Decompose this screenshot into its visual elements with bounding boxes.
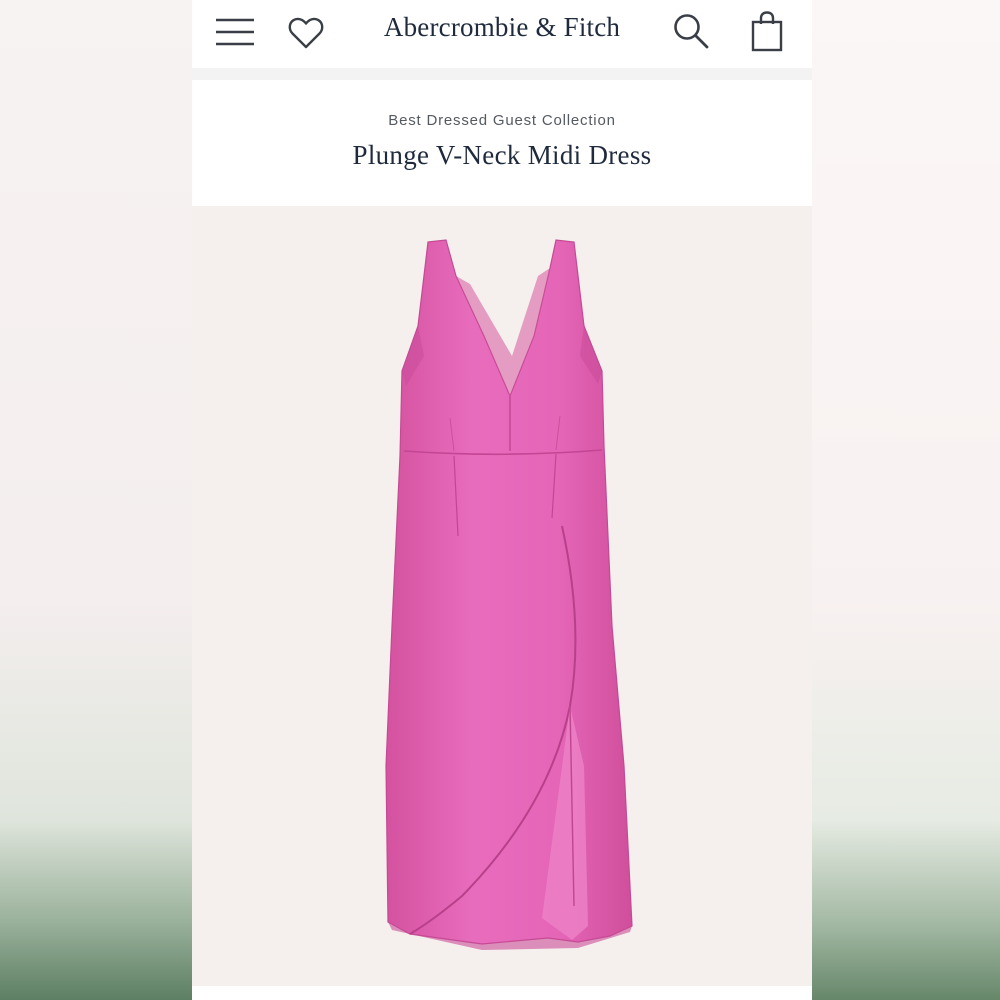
collection-label[interactable]: Best Dressed Guest Collection	[192, 112, 812, 129]
bag-icon[interactable]	[750, 10, 784, 52]
header-divider	[192, 68, 812, 80]
product-title-block: Best Dressed Guest Collection Plunge V-N…	[192, 80, 812, 206]
heart-icon[interactable]	[288, 16, 324, 50]
top-nav: Abercrombie & Fitch	[192, 0, 812, 68]
product-page: Abercrombie & Fitch Best Dressed Guest C…	[192, 0, 812, 1000]
product-title: Plunge V-Neck Midi Dress	[352, 140, 652, 170]
menu-icon[interactable]	[214, 16, 256, 48]
background-left	[0, 0, 192, 1000]
background-right	[812, 0, 1000, 1000]
search-icon[interactable]	[672, 12, 710, 50]
dress-illustration	[385, 239, 633, 950]
bottom-strip	[192, 986, 812, 1000]
product-image[interactable]	[192, 206, 812, 986]
brand-logo[interactable]: Abercrombie & Fitch	[342, 12, 662, 43]
